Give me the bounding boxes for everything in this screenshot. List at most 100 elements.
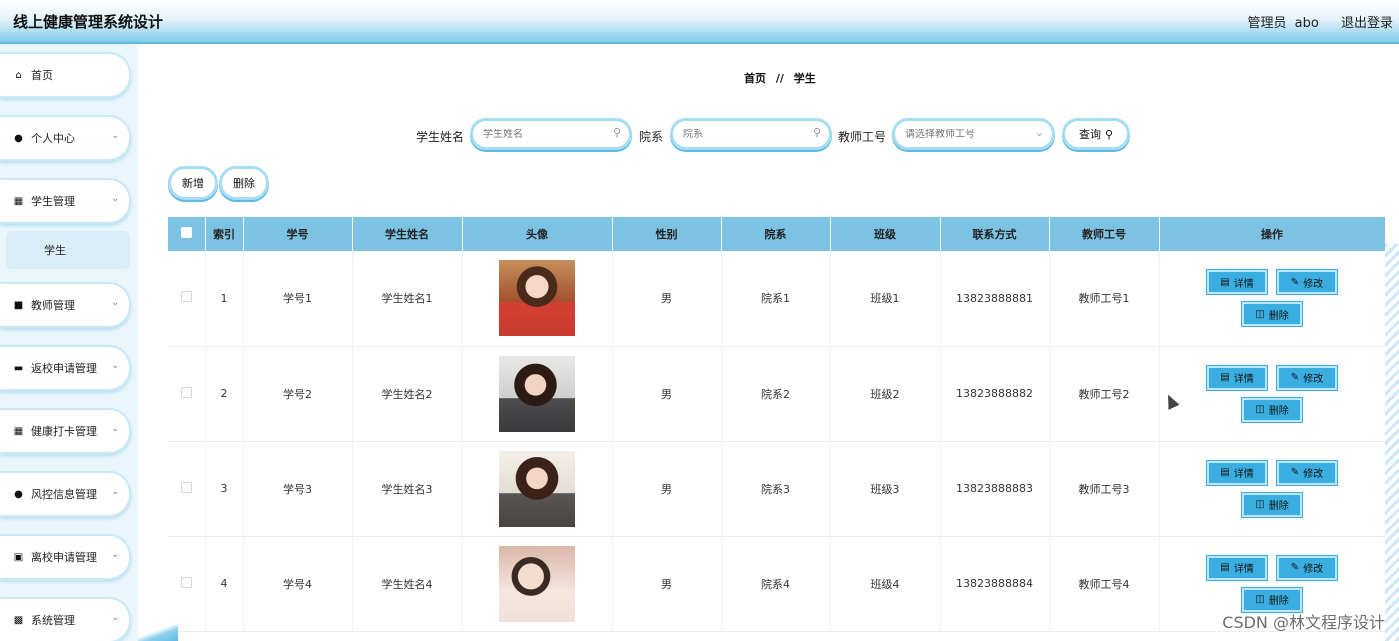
sidebar-item-teacher-mgmt[interactable]: ■ 教师管理 ⌄ — [0, 282, 131, 328]
sidebar-item-risk-info[interactable]: ● 风控信息管理 ⌄ — [0, 471, 131, 517]
edit-label: 修改 — [1303, 374, 1324, 385]
delete-button[interactable]: ◫ 删除 — [1242, 492, 1302, 517]
chevron-down-icon: ⌄ — [111, 361, 119, 371]
chevron-down-icon: ⌄ — [111, 613, 119, 623]
cell-class: 班级1 — [830, 251, 941, 347]
cell-index: 2 — [205, 346, 244, 442]
batch-delete-button[interactable]: 删除 — [219, 166, 269, 200]
edit-button[interactable]: ✎ 修改 — [1277, 270, 1337, 295]
chevron-down-icon: ⌄ — [111, 550, 119, 560]
user-role: 管理员 — [1247, 16, 1287, 31]
row-checkbox[interactable] — [180, 291, 192, 303]
document-icon: ▤ — [1220, 372, 1230, 383]
cell-dept: 院系1 — [721, 251, 831, 347]
user-icon: ● — [14, 132, 23, 144]
pencil-icon: ✎ — [1290, 562, 1300, 573]
cell-phone: 13823888881 — [940, 251, 1050, 347]
table-row: 4 学号4 学生姓名4 男 院系4 班级4 13823888884 教师工号4 … — [168, 536, 1385, 632]
document-icon: ▤ — [1220, 276, 1230, 288]
sidebar: ⌂ 首页 ● 个人中心 ⌄ ▦ 学生管理 ⌄ 学生 ■ 教师管理 ⌄ ▬ 返校申… — [0, 44, 138, 641]
detail-button[interactable]: ▤ 详情 — [1207, 460, 1267, 485]
table-row: 3 学号3 学生姓名3 男 院系3 班级3 13823888883 教师工号3 … — [168, 441, 1385, 537]
cell-teacher-id: 教师工号2 — [1049, 346, 1160, 442]
table-row: 1 学号1 学生姓名1 男 院系1 班级1 13823888881 教师工号1 … — [168, 251, 1385, 347]
cell-student-name: 学生姓名2 — [352, 346, 463, 442]
cell-dept: 院系2 — [721, 346, 831, 442]
delete-button[interactable]: ◫ 删除 — [1242, 302, 1302, 327]
edit-button[interactable]: ✎ 修改 — [1277, 555, 1337, 580]
dept-search-input[interactable] — [683, 128, 803, 140]
student-table: 索引 学号 学生姓名 头像 性别 院系 班级 联系方式 教师工号 操作 1 学号… — [168, 217, 1385, 641]
cell-teacher-id: 教师工号1 — [1049, 251, 1160, 347]
breadcrumb-separator: // — [775, 72, 784, 85]
detail-label: 详情 — [1233, 374, 1254, 385]
search-icon: ⚲ — [1104, 127, 1114, 141]
detail-label: 详情 — [1233, 564, 1254, 575]
cell-teacher-id: 教师工号3 — [1049, 441, 1160, 537]
cell-class: 班级3 — [830, 441, 941, 537]
pencil-icon: ✎ — [1290, 276, 1300, 288]
chevron-down-icon: ⌄ — [1034, 126, 1044, 139]
select-all-cell[interactable] — [168, 217, 206, 251]
logout-link[interactable]: 退出登录 — [1341, 16, 1393, 31]
cell-index: 3 — [205, 441, 244, 537]
sidebar-item-leave-request[interactable]: ▣ 离校申请管理 ⌄ — [0, 534, 131, 580]
edit-button[interactable]: ✎ 修改 — [1277, 460, 1337, 485]
delete-button[interactable]: ◫ 删除 — [1242, 397, 1302, 422]
delete-button[interactable]: ◫ 删除 — [1242, 587, 1302, 612]
sidebar-item-health-checkin[interactable]: ▦ 健康打卡管理 ⌄ — [0, 408, 131, 454]
edit-button[interactable]: ✎ 修改 — [1277, 365, 1337, 390]
chevron-down-icon: ⌄ — [111, 487, 119, 497]
sidebar-item-return-request[interactable]: ▬ 返校申请管理 ⌄ — [0, 345, 131, 391]
cell-phone: 13823888884 — [940, 536, 1050, 632]
select-all-checkbox[interactable] — [180, 227, 192, 238]
decorative-stripes — [1385, 244, 1399, 641]
detail-button[interactable]: ▤ 详情 — [1207, 555, 1267, 580]
sidebar-item-label: 个人中心 — [31, 132, 75, 145]
detail-label: 详情 — [1233, 469, 1254, 480]
search-icon: ⚲ — [812, 126, 821, 139]
sidebar-item-student-mgmt[interactable]: ▦ 学生管理 ⌄ — [0, 178, 131, 224]
cell-student-id: 学号2 — [243, 346, 353, 442]
add-button[interactable]: 新增 — [168, 166, 218, 200]
delete-label: 删除 — [1268, 310, 1289, 322]
row-checkbox[interactable] — [180, 481, 192, 493]
breadcrumb-home[interactable]: 首页 — [744, 72, 766, 85]
grid-icon: ▦ — [13, 195, 24, 207]
sidebar-subitem-student[interactable]: 学生 — [6, 231, 130, 269]
col-header-dept: 院系 — [721, 217, 831, 251]
trash-icon: ◫ — [1255, 308, 1265, 320]
query-button[interactable]: 查询 ⚲ — [1062, 118, 1130, 150]
cell-student-name: 学生姓名1 — [352, 251, 463, 347]
teacher-select-input[interactable] — [905, 128, 1025, 140]
sidebar-item-home[interactable]: ⌂ 首页 — [0, 52, 131, 98]
dept-search-box[interactable]: ⚲ — [670, 118, 832, 150]
detail-button[interactable]: ▤ 详情 — [1207, 365, 1267, 390]
sidebar-item-personal-center[interactable]: ● 个人中心 ⌄ — [0, 115, 131, 161]
student-avatar — [499, 355, 575, 432]
name-search-input[interactable] — [483, 128, 603, 140]
detail-label: 详情 — [1233, 278, 1254, 290]
row-checkbox[interactable] — [180, 386, 192, 398]
cell-actions: ▤ 详情 ✎ 修改 ◫ 删除 — [1159, 441, 1385, 537]
document-icon: ▤ — [1220, 467, 1230, 478]
detail-button[interactable]: ▤ 详情 — [1207, 270, 1267, 295]
name-search-box[interactable]: ⚲ — [470, 118, 632, 150]
student-avatar — [499, 260, 575, 337]
edit-label: 修改 — [1303, 564, 1324, 575]
document-icon: ▤ — [1220, 562, 1230, 573]
col-header-student-id: 学号 — [243, 217, 353, 251]
cell-class: 班级4 — [830, 536, 941, 632]
sidebar-item-label: 首页 — [31, 69, 53, 82]
col-header-student-name: 学生姓名 — [352, 217, 463, 251]
cell-index: 4 — [205, 536, 244, 632]
cell-dept: 院系4 — [721, 536, 831, 632]
sidebar-item-system-mgmt[interactable]: ▩ 系统管理 ⌄ — [0, 597, 131, 641]
row-checkbox[interactable] — [180, 576, 192, 588]
user-name: abo — [1294, 16, 1319, 31]
watermark: CSDN @林文程序设计 — [1222, 613, 1385, 632]
chat-icon: ▬ — [13, 362, 24, 374]
cell-teacher-id: 教师工号4 — [1049, 536, 1160, 632]
pencil-icon: ✎ — [1290, 467, 1300, 478]
teacher-select[interactable]: ⌄ — [892, 118, 1055, 150]
